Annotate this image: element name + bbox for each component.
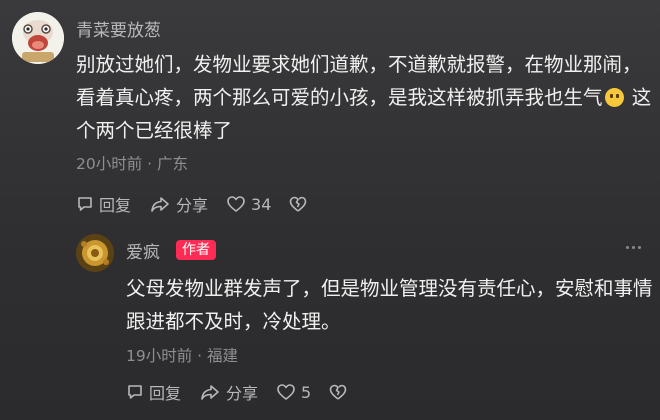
share-button[interactable]: 分享 bbox=[199, 380, 258, 404]
reply-label: 回复 bbox=[149, 384, 182, 403]
dislike-button[interactable] bbox=[289, 195, 312, 213]
heart-icon bbox=[227, 196, 245, 212]
author-badge: 作者 bbox=[176, 240, 216, 260]
reply-text: 父母发物业群发声了，但是物业管理没有责任心，安慰和事情跟进都不及时，冷处理。 bbox=[126, 277, 653, 333]
comment-text-part: 别放过她们，发物业要求她们道歉，不道歉就报警，在物业那闹，看着真心疼，两个那么可… bbox=[76, 53, 642, 109]
comment-actions: 回复 分享 34 bbox=[76, 192, 330, 216]
cartoon-avatar-icon bbox=[12, 12, 64, 64]
like-count: 5 bbox=[301, 382, 312, 402]
commenter-username[interactable]: 青菜要放葱 bbox=[76, 16, 161, 41]
dislike-icon bbox=[329, 384, 347, 400]
share-label: 分享 bbox=[226, 384, 259, 403]
commenter-avatar[interactable] bbox=[12, 12, 64, 64]
reply-actions: 回复 分享 5 bbox=[126, 380, 370, 404]
share-icon bbox=[201, 385, 219, 400]
comment-text: 别放过她们，发物业要求她们道歉，不道歉就报警，在物业那闹，看着真心疼，两个那么可… bbox=[76, 48, 656, 147]
gold-ornament-avatar-icon bbox=[76, 234, 114, 272]
comment-meta: 20小时前 · 广东 bbox=[76, 155, 189, 173]
heart-icon bbox=[277, 384, 295, 400]
dislike-icon bbox=[290, 196, 307, 212]
author-username[interactable]: 爱疯 bbox=[126, 238, 160, 263]
share-label: 分享 bbox=[176, 196, 209, 215]
like-button[interactable]: 5 bbox=[276, 383, 311, 402]
reply-icon bbox=[128, 385, 142, 399]
reply-label: 回复 bbox=[99, 196, 132, 215]
reply-button[interactable]: 回复 bbox=[76, 192, 131, 216]
pleading-face-icon bbox=[604, 88, 624, 107]
reply-meta: 19小时前 · 福建 bbox=[126, 347, 239, 365]
author-avatar[interactable] bbox=[76, 234, 114, 272]
like-count: 34 bbox=[251, 194, 272, 214]
more-icon[interactable] bbox=[626, 246, 644, 249]
like-button[interactable]: 34 bbox=[226, 195, 271, 214]
share-button[interactable]: 分享 bbox=[149, 192, 208, 216]
dislike-button[interactable] bbox=[329, 383, 352, 401]
reply-button[interactable]: 回复 bbox=[126, 380, 181, 404]
reply-icon bbox=[78, 197, 92, 211]
share-icon bbox=[151, 197, 169, 212]
